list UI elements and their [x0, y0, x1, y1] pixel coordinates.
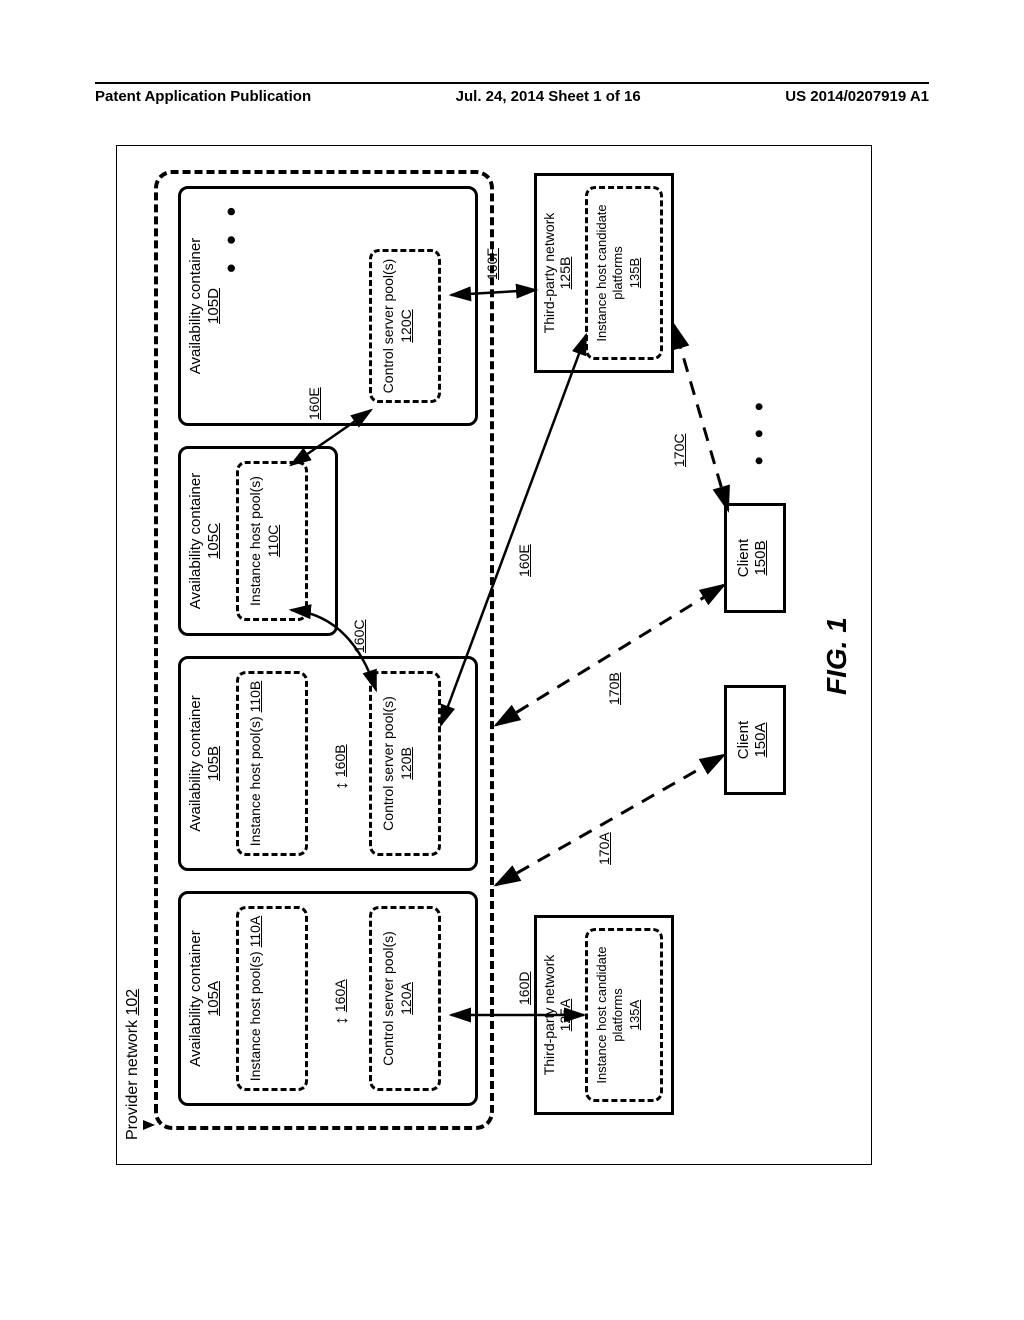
ellipsis-icon: • • • [216, 201, 247, 273]
provider-network-box: Availability container105A Instance host… [154, 170, 494, 1130]
ellipsis-icon: • • • [746, 396, 774, 465]
candidate-platforms-135a: Instance host candidate platforms135A [585, 928, 663, 1102]
third-party-title: Third-party network125A [541, 918, 573, 1112]
edge-label-170b: 170B [606, 672, 622, 705]
client-150b: Client150B [724, 503, 786, 613]
container-title: Availability container105B [187, 659, 223, 868]
availability-container-105d: Availability container105D Control serve… [178, 186, 478, 426]
figure-1-diagram: Provider network 102 Availability contai… [116, 145, 872, 1165]
availability-container-105c: Availability container105C Instance host… [178, 446, 338, 636]
instance-host-pool-110c: Instance host pool(s) 110C [236, 461, 308, 621]
third-party-title: Third-party network125B [541, 176, 573, 370]
edge-label-160c: 160C [351, 620, 367, 653]
provider-network-label: Provider network 102 [124, 989, 142, 1140]
header-center: Jul. 24, 2014 Sheet 1 of 16 [456, 88, 641, 105]
container-title: Availability container105C [187, 449, 223, 633]
candidate-platforms-135b: Instance host candidate platforms135B [585, 186, 663, 360]
edge-label-160e-lower: 160E [516, 544, 532, 577]
third-party-network-125a: Third-party network125A Instance host ca… [534, 915, 674, 1115]
header-right: US 2014/0207919 A1 [785, 88, 929, 105]
link-160a-label: ↕ 160A [329, 979, 350, 1025]
control-server-pool-120a: Control server pool(s) 120A [369, 906, 441, 1091]
page: Patent Application Publication Jul. 24, … [0, 0, 1024, 1320]
client-150a: Client150A [724, 685, 786, 795]
container-title: Availability container105A [187, 894, 223, 1103]
edge-label-170a: 170A [596, 832, 612, 865]
edge-label-160e: 160E [306, 387, 322, 420]
control-server-pool-120b: Control server pool(s) 120B [369, 671, 441, 856]
page-header: Patent Application Publication Jul. 24, … [95, 82, 929, 105]
third-party-network-125b: Third-party network125B Instance host ca… [534, 173, 674, 373]
control-server-pool-120c: Control server pool(s) 120C [369, 249, 441, 403]
header-left: Patent Application Publication [95, 88, 311, 105]
edge-label-160d: 160D [516, 972, 532, 1005]
availability-container-105b: Availability container105B Instance host… [178, 656, 478, 871]
arrow-down-icon [143, 1120, 155, 1130]
edge-label-160f: 160F [484, 248, 500, 280]
instance-host-pool-110a: Instance host pool(s) 110A [236, 906, 308, 1091]
link-160b-label: ↕ 160B [329, 744, 350, 790]
availability-container-105a: Availability container105A Instance host… [178, 891, 478, 1106]
instance-host-pool-110b: Instance host pool(s) 110B [236, 671, 308, 856]
figure-label: FIG. 1 [821, 617, 853, 695]
edge-label-170c: 170C [671, 434, 687, 467]
